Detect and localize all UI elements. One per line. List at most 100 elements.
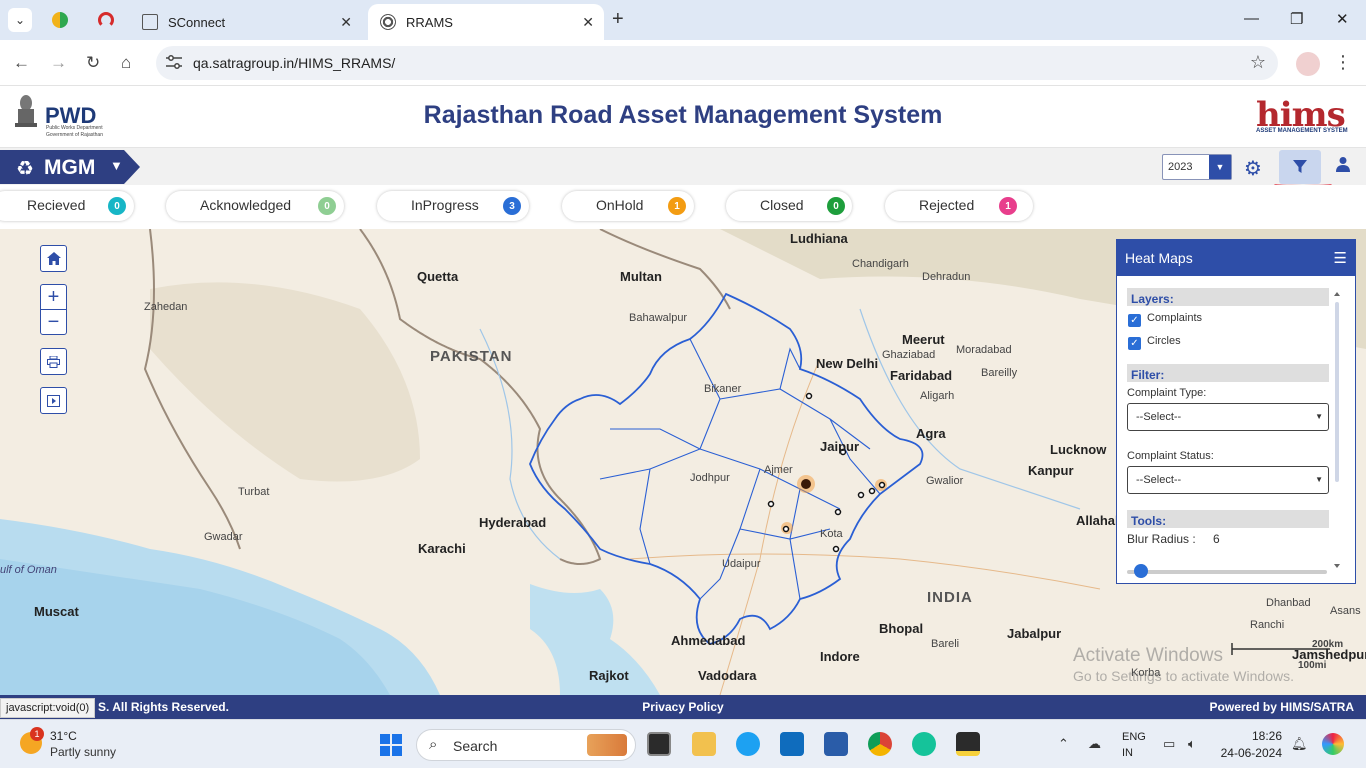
- status-pill-onhold[interactable]: OnHold 1: [562, 191, 694, 221]
- status-pill-acknowledged[interactable]: Acknowledged 0: [166, 191, 344, 221]
- blur-radius-label: Blur Radius :: [1127, 532, 1196, 546]
- clock-time[interactable]: 18:26: [1222, 729, 1282, 743]
- copilot-icon[interactable]: [1322, 733, 1344, 755]
- map-label: Ludhiana: [790, 231, 848, 246]
- url-field[interactable]: qa.satragroup.in/HIMS_RRAMS/ ☆: [156, 46, 1278, 80]
- tab-label: SConnect: [168, 14, 226, 30]
- map-label: Turbat: [238, 486, 270, 498]
- hamburger-menu-icon[interactable]: ☰: [1334, 249, 1347, 267]
- complaint-status-label: Complaint Status:: [1127, 450, 1214, 462]
- privacy-policy-link[interactable]: Privacy Policy: [0, 700, 1366, 714]
- close-icon[interactable]: ✕: [582, 14, 594, 31]
- map-label: Kanpur: [1028, 463, 1074, 478]
- weather-condition[interactable]: Partly sunny: [50, 745, 116, 759]
- scale-km-label: 200km: [1312, 639, 1344, 650]
- hims-logo-subtitle: ASSET MANAGEMENT SYSTEM: [1256, 128, 1348, 134]
- map-label: Ajmer: [764, 464, 793, 476]
- windows-start-icon[interactable]: [380, 734, 402, 756]
- map-label: Indore: [820, 649, 860, 664]
- gears-icon[interactable]: ⚙: [1244, 156, 1262, 181]
- weather-temperature[interactable]: 31°C: [50, 729, 77, 743]
- panel-scrollbar[interactable]: [1334, 290, 1340, 570]
- complaint-status-select[interactable]: --Select-- ▼: [1127, 466, 1329, 494]
- sticky-notes-icon[interactable]: [956, 732, 980, 756]
- module-selector[interactable]: ♻ MGM ▼: [0, 150, 140, 184]
- map-home-button[interactable]: [40, 245, 67, 272]
- page-title: Rajasthan Road Asset Management System: [423, 101, 943, 129]
- zoom-in-button[interactable]: +: [40, 284, 67, 310]
- pinned-tab-icon-2[interactable]: [98, 12, 114, 28]
- language-indicator[interactable]: ENG: [1122, 731, 1146, 743]
- skype-icon[interactable]: [736, 732, 760, 756]
- map-label: Karachi: [418, 541, 466, 556]
- activation-watermark-sub: Go to Settings to activate Windows.: [1073, 668, 1294, 684]
- back-icon[interactable]: ←: [13, 53, 30, 73]
- minimize-button[interactable]: —: [1244, 10, 1259, 27]
- status-pill-received[interactable]: Recieved 0: [0, 191, 134, 221]
- search-highlight-image: [587, 734, 627, 756]
- status-pill-closed[interactable]: Closed 0: [726, 191, 852, 221]
- map-label: Kota: [820, 528, 843, 540]
- forward-icon[interactable]: →: [50, 53, 67, 73]
- activation-watermark: Activate Windows: [1073, 645, 1223, 666]
- pinned-tab-icon[interactable]: [52, 12, 68, 28]
- chrome-icon[interactable]: [868, 732, 892, 756]
- browser-tab-bar: ⌄ SConnect ✕ RRAMS ✕ + — ❐ ✕: [0, 0, 1366, 40]
- map-label: Meerut: [902, 332, 945, 347]
- cloud-icon[interactable]: ☁: [1088, 736, 1101, 752]
- task-view-icon[interactable]: [647, 732, 671, 756]
- map-label: Dhanbad: [1266, 597, 1311, 609]
- map-label: Ranchi: [1250, 619, 1285, 631]
- volume-icon[interactable]: 🔈︎: [1188, 736, 1196, 752]
- tab-sconnect[interactable]: SConnect ✕: [130, 4, 362, 40]
- map-label: Gwalior: [926, 475, 964, 487]
- grammarly-icon[interactable]: [912, 732, 936, 756]
- notification-bell-icon[interactable]: 🔔︎: [1291, 736, 1308, 752]
- zoom-out-button[interactable]: −: [40, 309, 67, 335]
- slideshow-button[interactable]: [40, 387, 67, 414]
- tab-search-button[interactable]: ⌄: [8, 8, 32, 32]
- layer-label-circles: Circles: [1147, 335, 1181, 347]
- new-tab-button[interactable]: +: [612, 8, 624, 31]
- complaint-type-select[interactable]: --Select-- ▼: [1127, 403, 1329, 431]
- year-select[interactable]: 2023 ▼: [1162, 154, 1232, 180]
- status-pill-inprogress[interactable]: InProgress 3: [377, 191, 529, 221]
- close-icon[interactable]: ✕: [340, 14, 352, 31]
- taskbar-search[interactable]: ⌕ Search: [416, 729, 636, 761]
- pwd-logo-subtitle-2: Government of Rajasthan: [46, 132, 103, 138]
- chevron-down-icon[interactable]: ▼: [1209, 155, 1231, 179]
- map-label: Jaipur: [820, 439, 860, 454]
- clock-date[interactable]: 24-06-2024: [1210, 746, 1282, 760]
- map-label: New Delhi: [816, 356, 879, 371]
- complaints-checkbox[interactable]: ✓: [1128, 314, 1141, 327]
- panel-header: Heat Maps ☰: [1117, 240, 1355, 276]
- reload-icon[interactable]: ↻: [86, 53, 100, 73]
- chevron-up-icon[interactable]: ⌃: [1058, 736, 1069, 752]
- file-explorer-icon[interactable]: [692, 732, 716, 756]
- language-region[interactable]: IN: [1122, 747, 1133, 759]
- map-label: Ghaziabad: [882, 349, 936, 361]
- slider-thumb[interactable]: [1134, 564, 1148, 578]
- map-label: Dehradun: [922, 271, 971, 283]
- home-icon[interactable]: ⌂: [121, 53, 131, 73]
- bookmark-star-icon[interactable]: ☆: [1250, 52, 1266, 73]
- blur-radius-slider[interactable]: [1127, 570, 1327, 574]
- status-bar-link-preview: javascript:void(0): [0, 698, 96, 718]
- circles-checkbox[interactable]: ✓: [1128, 337, 1141, 350]
- store-icon[interactable]: [824, 732, 848, 756]
- browser-menu-icon[interactable]: ⋮: [1334, 52, 1352, 73]
- site-settings-icon[interactable]: [166, 55, 182, 69]
- profile-avatar[interactable]: [1296, 52, 1320, 76]
- chevron-down-icon: ▼: [1315, 475, 1323, 484]
- outlook-icon[interactable]: [780, 732, 804, 756]
- user-icon[interactable]: [1335, 156, 1351, 177]
- network-icon[interactable]: ▭: [1163, 736, 1175, 752]
- year-value: 2023: [1168, 161, 1193, 173]
- restore-button[interactable]: ❐: [1290, 10, 1303, 28]
- close-window-button[interactable]: ✕: [1336, 10, 1349, 28]
- layer-label-complaints: Complaints: [1147, 312, 1203, 324]
- filter-button[interactable]: [1279, 150, 1321, 184]
- tab-rrams[interactable]: RRAMS ✕: [368, 4, 604, 40]
- print-button[interactable]: [40, 348, 67, 375]
- status-pill-rejected[interactable]: Rejected 1: [885, 191, 1033, 221]
